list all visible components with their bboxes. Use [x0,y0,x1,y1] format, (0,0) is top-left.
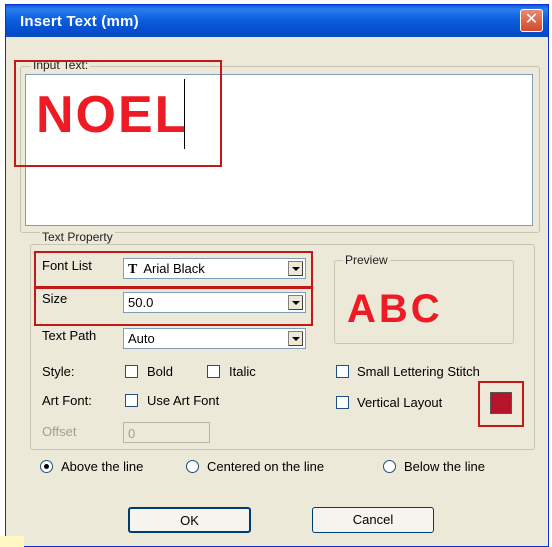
input-text-highlight [14,60,222,167]
color-swatch-highlight [478,381,524,427]
use-art-font-checkbox[interactable] [125,394,138,407]
above-the-line-radio[interactable] [40,460,53,473]
offset-input: 0 [123,422,210,443]
text-path-select[interactable]: Auto [123,328,306,349]
preview-group: ABC [334,260,514,344]
below-the-line-label: Below the line [404,459,485,474]
background-strip [0,536,24,547]
small-lettering-stitch-checkbox[interactable] [336,365,349,378]
text-path-value: Auto [128,331,155,346]
centered-on-the-line-label: Centered on the line [207,459,325,474]
chevron-down-icon[interactable] [287,330,304,347]
below-the-line-radio[interactable] [383,460,396,473]
bold-checkbox[interactable] [125,365,138,378]
above-the-line-label: Above the line [61,459,144,474]
offset-label: Offset [42,424,77,439]
cancel-button[interactable]: Cancel [312,507,434,533]
preview-text: ABC [347,287,443,331]
close-icon: ✕ [524,11,539,28]
use-art-font-label: Use Art Font [147,393,220,408]
vertical-layout-checkbox[interactable] [336,396,349,409]
italic-label: Italic [229,364,256,379]
centered-on-the-line-radio[interactable] [186,460,199,473]
close-button[interactable]: ✕ [520,9,543,32]
bold-label: Bold [147,364,174,379]
style-label: Style: [42,364,75,379]
text-path-label: Text Path [42,328,97,343]
offset-value: 0 [128,426,136,441]
preview-label: Preview [343,253,390,267]
title-bar[interactable]: Insert Text (mm) ✕ [6,5,548,37]
size-highlight [34,286,313,326]
text-property-label: Text Property [40,230,115,244]
ok-button[interactable]: OK [128,507,251,533]
dialog-title: Insert Text (mm) [20,13,139,30]
font-list-highlight [34,251,313,289]
italic-checkbox[interactable] [207,365,220,378]
art-font-label: Art Font: [42,393,92,408]
small-lettering-stitch-label: Small Lettering Stitch [357,364,480,379]
vertical-layout-label: Vertical Layout [357,395,443,410]
